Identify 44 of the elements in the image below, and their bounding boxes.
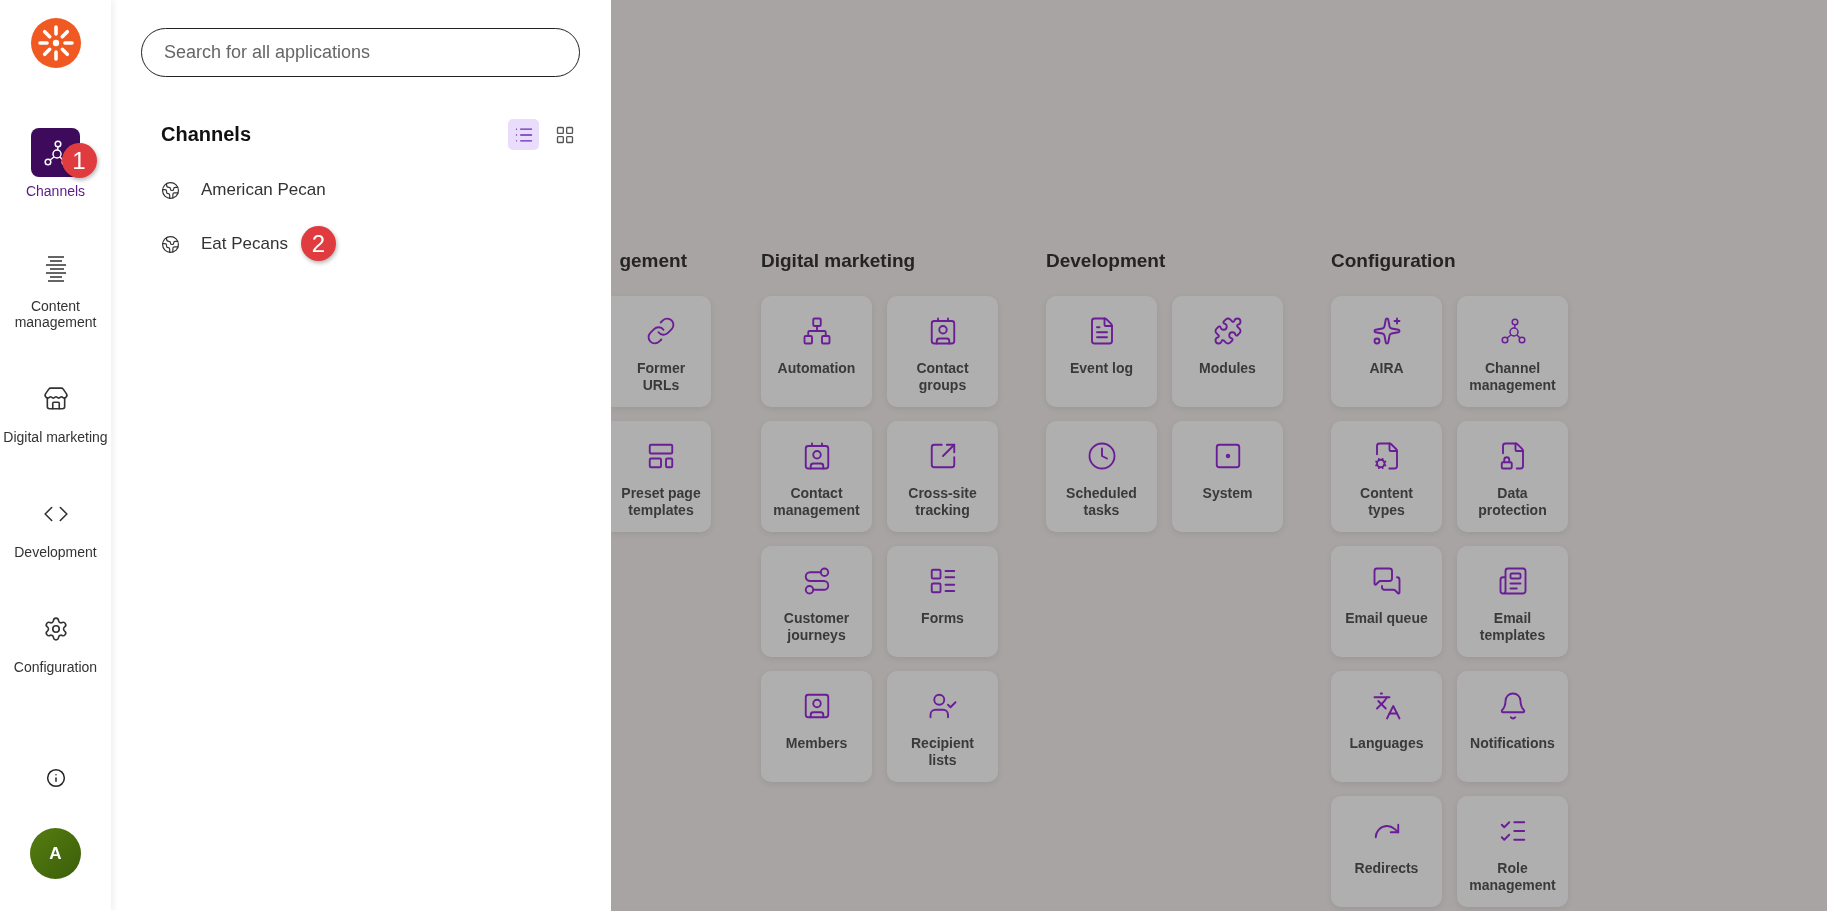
- search-field[interactable]: Search for all applications: [141, 28, 580, 77]
- section-heading: gement: [618, 250, 688, 272]
- app-tile[interactable]: Recipient lists: [887, 671, 998, 782]
- app-tile[interactable]: Channel management: [1457, 296, 1568, 407]
- step-marker: 2: [301, 226, 336, 261]
- section-heading: Configuration: [1331, 250, 1457, 272]
- app-tile[interactable]: Languages: [1331, 671, 1442, 782]
- app-tile[interactable]: Scheduled tasks: [1046, 421, 1157, 532]
- app-tile[interactable]: Contact management: [761, 421, 872, 532]
- app-tile[interactable]: Email queue: [1331, 546, 1442, 657]
- user-avatar[interactable]: A: [30, 828, 81, 879]
- app-tile[interactable]: Members: [761, 671, 872, 782]
- app-tile[interactable]: Redirects: [1331, 796, 1442, 907]
- grid-icon: [554, 124, 575, 145]
- logo: [30, 18, 81, 68]
- app-tile[interactable]: Preset page templates: [611, 421, 711, 532]
- panel-title: Channels: [161, 123, 252, 146]
- info-icon[interactable]: [45, 768, 66, 788]
- app-tile[interactable]: Cross-site tracking: [887, 421, 998, 532]
- section-heading: Digital marketing: [761, 250, 917, 272]
- app-tile[interactable]: Data protection: [1457, 421, 1568, 532]
- nav-item[interactable]: Digital marketing: [1, 374, 110, 445]
- app-tile[interactable]: Contact groups: [887, 296, 998, 407]
- nav-item[interactable]: Channels 1: [1, 128, 110, 199]
- app-tile[interactable]: Event log: [1046, 296, 1157, 407]
- app-tile[interactable]: Automation: [761, 296, 872, 407]
- channel-link[interactable]: American Pecan: [161, 180, 326, 200]
- globe-icon: [161, 234, 180, 254]
- app-tile[interactable]: Role management: [1457, 796, 1568, 907]
- app-tile[interactable]: Forms: [887, 546, 998, 657]
- app-tile[interactable]: System: [1172, 421, 1283, 532]
- section-heading: Development: [1046, 250, 1167, 272]
- app-tile[interactable]: Email templates: [1457, 546, 1568, 657]
- nav-item[interactable]: Development: [1, 489, 110, 560]
- app-tile[interactable]: AIRA: [1331, 296, 1442, 407]
- app-tile[interactable]: Modules: [1172, 296, 1283, 407]
- nav-item[interactable]: Content management: [1, 243, 110, 330]
- nav-item[interactable]: Configuration: [1, 604, 110, 675]
- list-view-button[interactable]: [508, 119, 539, 150]
- app-tile[interactable]: Customer journeys: [761, 546, 872, 657]
- globe-icon: [161, 180, 180, 200]
- app-tile[interactable]: Former URLs: [611, 296, 711, 407]
- app-tile[interactable]: Notifications: [1457, 671, 1568, 782]
- app-tile[interactable]: Content types: [1331, 421, 1442, 532]
